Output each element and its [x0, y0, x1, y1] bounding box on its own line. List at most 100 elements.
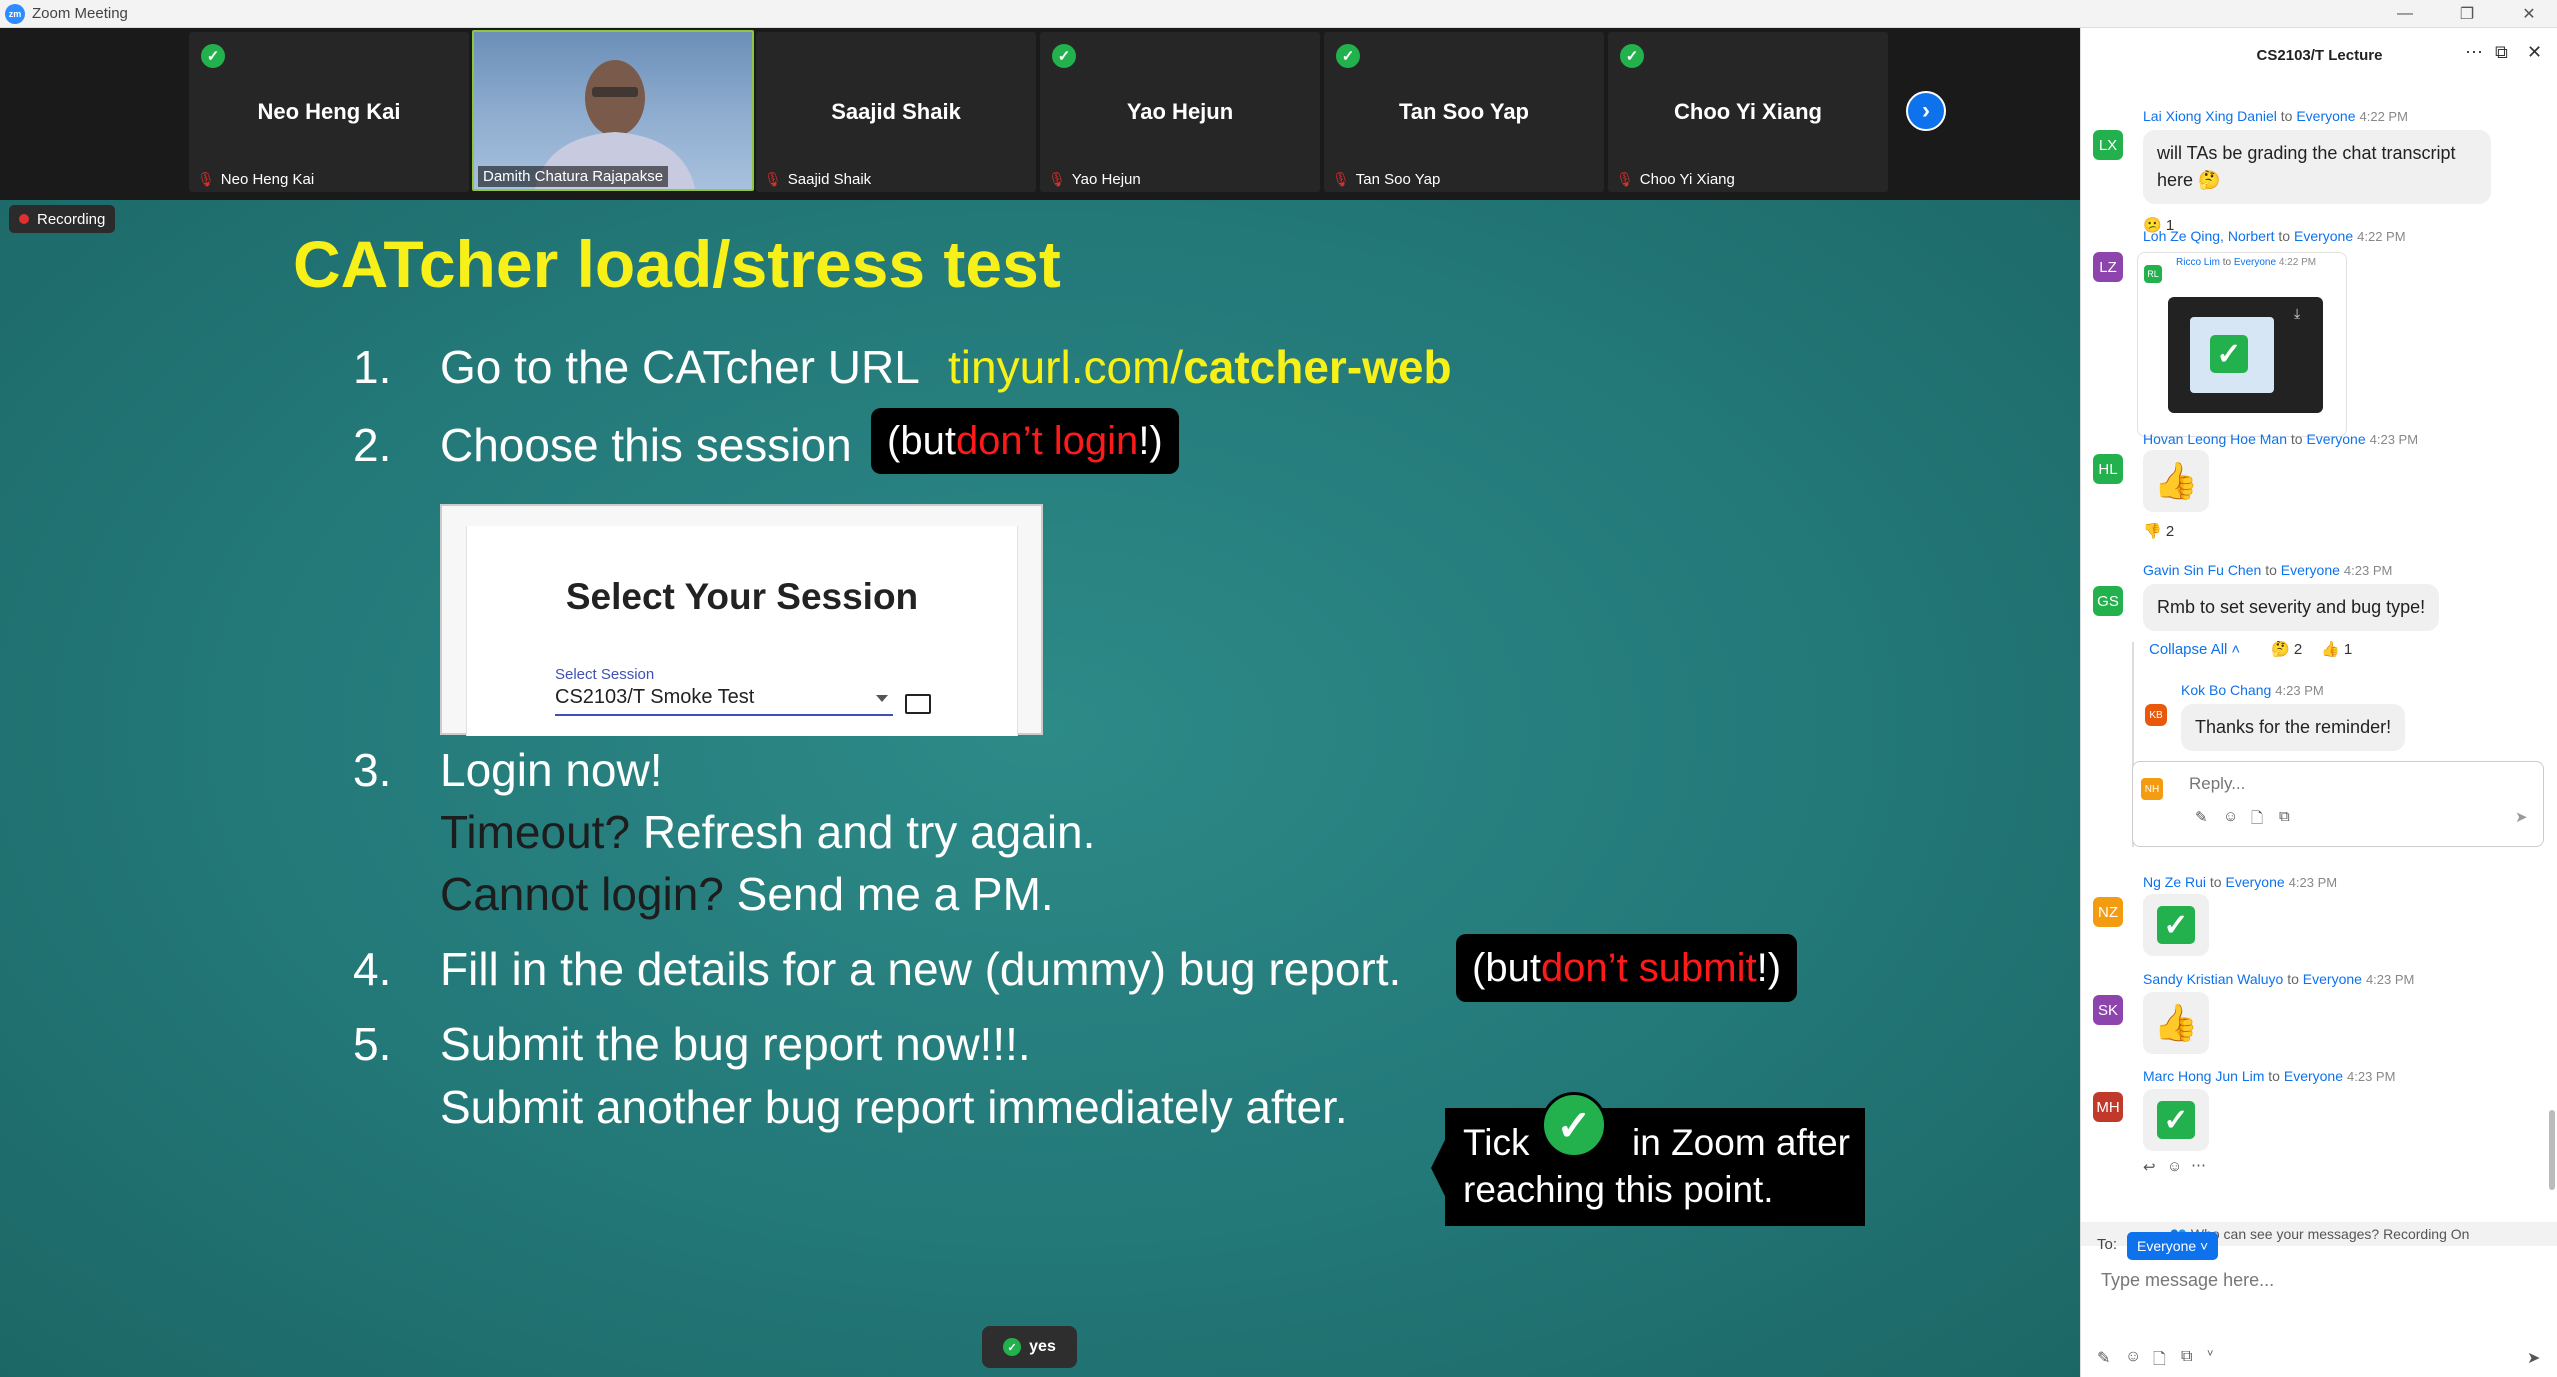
- message-sender: Ng Ze Rui to Everyone 4:23 PM: [2143, 874, 2338, 890]
- participant-tile[interactable]: ✓ Yao Hejun 🎙 Yao Hejun: [1040, 32, 1320, 192]
- avatar: NZ: [2093, 897, 2123, 927]
- message-sender: Lai Xiong Xing Daniel to Everyone 4:22 PM: [2143, 108, 2408, 124]
- muted-mic-icon: 🎙: [1616, 171, 1634, 187]
- reply-input[interactable]: Reply...: [2189, 774, 2245, 794]
- session-label: Select Session: [555, 666, 655, 683]
- zoom-logo-icon: zm: [5, 3, 25, 24]
- reaction-pill[interactable]: ✓ yes: [982, 1326, 1077, 1368]
- collapse-all-link[interactable]: Collapse All ˄: [2149, 641, 2240, 658]
- warning-note: (but don’t login!): [871, 408, 1179, 474]
- minimize-button[interactable]: —: [2377, 0, 2433, 28]
- participant-label: 🎙 Tan Soo Yap: [1332, 171, 1441, 188]
- message-sender: Hovan Leong Hoe Man to Everyone 4:23 PM: [2143, 431, 2419, 447]
- reaction-count[interactable]: 👎 2: [2143, 522, 2174, 540]
- recipient-dropdown[interactable]: Everyone ˅: [2127, 1232, 2219, 1260]
- screenshot-icon[interactable]: ⧉: [2181, 1348, 2192, 1366]
- format-icon[interactable]: ✎: [2097, 1348, 2110, 1368]
- session-card: Select Your Session Select Session CS210…: [466, 526, 1018, 736]
- item-number: 3.: [353, 744, 392, 796]
- avatar: GS: [2093, 586, 2123, 616]
- participant-tile[interactable]: Saajid Shaik 🎙 Saajid Shaik: [756, 32, 1036, 192]
- reaction-label: yes: [1029, 1338, 1056, 1355]
- participant-tile[interactable]: ✓ Choo Yi Xiang 🎙 Choo Yi Xiang: [1608, 32, 1888, 192]
- green-check-icon: ✓: [2157, 1101, 2195, 1139]
- restore-button[interactable]: ❐: [2439, 0, 2495, 28]
- green-check-icon: ✓: [2210, 335, 2248, 373]
- item-text: Choose this session: [440, 419, 852, 471]
- item-number: 4.: [353, 943, 392, 995]
- send-icon[interactable]: ➤: [2527, 1348, 2540, 1368]
- window-title: Zoom Meeting: [32, 5, 128, 22]
- more-icon[interactable]: ⋯: [2191, 1156, 2206, 1174]
- participant-name: Saajid Shaik: [831, 99, 961, 124]
- chevron-down-icon[interactable]: ˅: [2207, 1348, 2213, 1360]
- chat-title: CS2103/T Lecture: [2256, 47, 2383, 64]
- zoom-window: zm Zoom Meeting — ❐ ✕ ✓ Neo Heng Kai 🎙 Ne…: [0, 0, 2557, 1377]
- recording-indicator[interactable]: Recording: [9, 205, 116, 233]
- green-check-icon: ✓: [1003, 1338, 1022, 1356]
- close-icon[interactable]: ✕: [2527, 42, 2542, 63]
- message-input[interactable]: Type message here...: [2101, 1270, 2274, 1291]
- message-sender: Gavin Sin Fu Chen to Everyone 4:23 PM: [2143, 562, 2393, 578]
- item-subtext: Submit another bug report immediately af…: [440, 1081, 1348, 1133]
- image-attachment[interactable]: RL Ricco Lim to Everyone 4:22 PM ✓ ⤓: [2137, 252, 2347, 437]
- format-icon[interactable]: ✎: [2195, 808, 2208, 826]
- participant-name: Neo Heng Kai: [257, 99, 401, 124]
- reply-icon[interactable]: ↩: [2143, 1158, 2156, 1176]
- item-number: 2.: [353, 419, 392, 471]
- message-bubble: Thanks for the reminder!: [2181, 704, 2406, 751]
- emoji-icon[interactable]: ☺: [2223, 808, 2238, 825]
- green-check-icon: ✓: [1052, 44, 1076, 68]
- avatar: RL: [2144, 265, 2162, 283]
- participant-tile[interactable]: ✓ Neo Heng Kai 🎙 Neo Heng Kai: [189, 32, 469, 192]
- item-subtext: Timeout? Refresh and try again.: [440, 806, 1096, 858]
- reply-box[interactable]: NH Reply... ✎ ☺ 🗋 ⧉ ➤: [2132, 761, 2544, 847]
- avatar: SK: [2093, 995, 2123, 1025]
- muted-mic-icon: 🎙: [1332, 171, 1350, 187]
- tick-instruction-box: Tick ✓ in Zoom after reaching this point…: [1431, 1092, 1865, 1226]
- green-check-icon: ✓: [201, 44, 225, 68]
- to-label: To:: [2097, 1236, 2118, 1253]
- more-options-icon[interactable]: ⋯: [2465, 42, 2483, 63]
- add-reaction-icon[interactable]: ☺: [2167, 1158, 2182, 1175]
- file-icon[interactable]: 🗋: [2153, 1348, 2166, 1375]
- pop-out-icon[interactable]: ⧉: [2495, 42, 2508, 63]
- screenshot-icon[interactable]: ⧉: [2279, 808, 2290, 825]
- participant-name: Yao Hejun: [1126, 99, 1234, 124]
- muted-mic-icon: 🎙: [1048, 171, 1066, 187]
- participant-video[interactable]: Damith Chatura Rajapakse: [472, 30, 754, 191]
- thumbnail-screen: ✓: [2190, 317, 2274, 393]
- close-window-button[interactable]: ✕: [2501, 0, 2557, 28]
- reaction-count[interactable]: 🤔 2: [2271, 640, 2302, 658]
- participant-gallery: ✓ Neo Heng Kai 🎙 Neo Heng Kai Damith Chat…: [0, 28, 2080, 200]
- thumbs-up-icon: 👍: [2153, 460, 2199, 501]
- folder-icon: [905, 694, 931, 714]
- chevron-down-icon: ˅: [2200, 1238, 2209, 1254]
- next-page-button[interactable]: ›: [1906, 91, 1946, 131]
- emoji-message: 👍: [2143, 992, 2209, 1054]
- participant-label: 🎙 Choo Yi Xiang: [1616, 171, 1735, 188]
- emoji-icon[interactable]: ☺: [2125, 1348, 2141, 1366]
- chat-panel: CS2103/T Lecture ⋯ ⧉ ✕ LX Lai Xiong Xing…: [2080, 28, 2557, 1377]
- reaction-count[interactable]: 👍 1: [2321, 640, 2352, 658]
- screenshot-thumbnail: ✓ ⤓: [2168, 297, 2323, 413]
- send-icon[interactable]: ➤: [2515, 808, 2528, 826]
- dropdown-caret-icon: [876, 695, 888, 702]
- chat-toolbar: ✎ ☺ 🗋 ⧉ ˅ ➤: [2081, 1344, 2557, 1374]
- message-sender: Sandy Kristian Waluyo to Everyone 4:23 PM: [2143, 971, 2415, 987]
- session-select: CS2103/T Smoke Test: [555, 686, 893, 716]
- download-icon[interactable]: ⤓: [2294, 305, 2300, 322]
- emoji-message: 👍: [2143, 450, 2209, 512]
- muted-mic-icon: 🎙: [197, 171, 215, 187]
- participant-name: Tan Soo Yap: [1399, 99, 1529, 124]
- green-check-icon: ✓: [1336, 44, 1360, 68]
- image-caption: Ricco Lim to Everyone 4:22 PM: [2176, 257, 2317, 268]
- green-check-icon: ✓: [2157, 906, 2195, 944]
- item-subtext: Cannot login? Send me a PM.: [440, 868, 1054, 920]
- chat-scrollbar[interactable]: [2549, 1110, 2555, 1190]
- file-icon[interactable]: 🗋: [2251, 808, 2263, 833]
- avatar: LX: [2093, 130, 2123, 160]
- chevron-right-icon: ›: [1922, 97, 1930, 124]
- participant-tile[interactable]: ✓ Tan Soo Yap 🎙 Tan Soo Yap: [1324, 32, 1604, 192]
- muted-mic-icon: 🎙: [764, 171, 782, 187]
